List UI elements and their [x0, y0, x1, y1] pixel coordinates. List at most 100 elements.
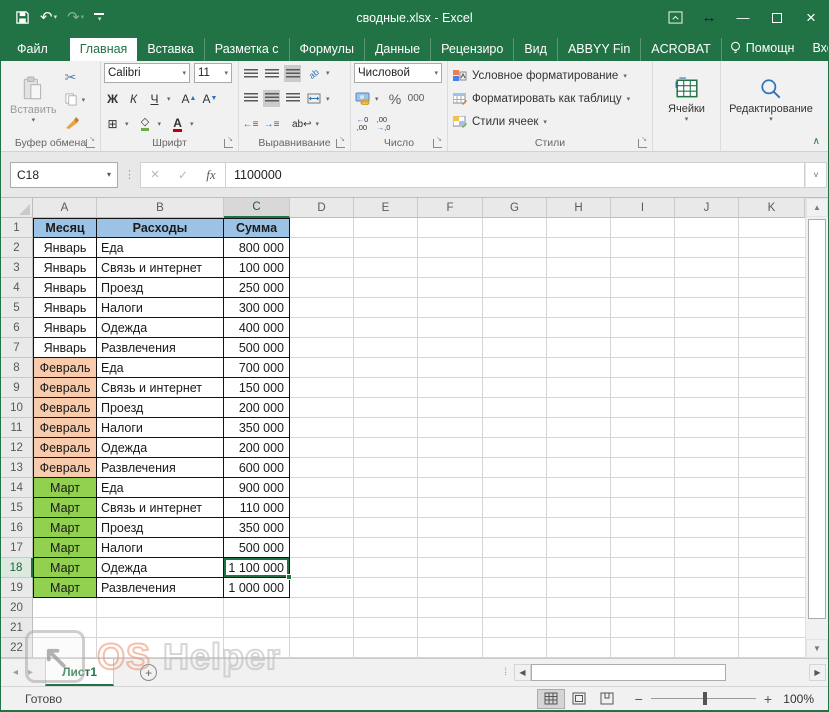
cell-H15[interactable]: [547, 498, 611, 518]
row-header-13[interactable]: 13: [1, 458, 33, 478]
cell-B4[interactable]: Проезд: [97, 278, 224, 298]
cell-D12[interactable]: [290, 438, 354, 458]
cell-D4[interactable]: [290, 278, 354, 298]
paste-button[interactable]: Вставить ▾: [4, 64, 63, 135]
cell-A2[interactable]: Январь: [33, 238, 97, 258]
cell-J12[interactable]: [675, 438, 739, 458]
cell-E5[interactable]: [354, 298, 418, 318]
cell-F13[interactable]: [418, 458, 483, 478]
align-right-button[interactable]: [284, 90, 301, 107]
cell-K15[interactable]: [739, 498, 805, 518]
cell-C13[interactable]: 600 000: [224, 458, 290, 478]
cell-H18[interactable]: [547, 558, 611, 578]
cell-I2[interactable]: [611, 238, 675, 258]
cell-A6[interactable]: Январь: [33, 318, 97, 338]
cell-C21[interactable]: [224, 618, 290, 638]
row-header-16[interactable]: 16: [1, 518, 33, 538]
cell-I6[interactable]: [611, 318, 675, 338]
percent-style-button[interactable]: %: [387, 90, 404, 107]
cell-D18[interactable]: [290, 558, 354, 578]
align-left-button[interactable]: [242, 90, 259, 107]
decrease-indent-button[interactable]: ←≡: [242, 116, 259, 133]
cell-D1[interactable]: [290, 218, 354, 238]
cell-J2[interactable]: [675, 238, 739, 258]
row-header-14[interactable]: 14: [1, 478, 33, 498]
cell-J19[interactable]: [675, 578, 739, 598]
select-all-corner[interactable]: [1, 198, 33, 218]
cell-H1[interactable]: [547, 218, 611, 238]
cell-G16[interactable]: [483, 518, 547, 538]
cell-I18[interactable]: [611, 558, 675, 578]
increase-indent-button[interactable]: →≡: [263, 116, 280, 133]
cell-K5[interactable]: [739, 298, 805, 318]
scroll-right-arrow[interactable]: ▶: [809, 664, 826, 681]
font-color-button[interactable]: А: [169, 116, 186, 133]
column-header-H[interactable]: H: [547, 198, 611, 218]
cell-H6[interactable]: [547, 318, 611, 338]
cell-C15[interactable]: 110 000: [224, 498, 290, 518]
alignment-dialog-launcher[interactable]: [336, 139, 345, 148]
cell-A18[interactable]: Март: [33, 558, 97, 578]
cell-I22[interactable]: [611, 638, 675, 658]
cell-K3[interactable]: [739, 258, 805, 278]
bottom-align-button[interactable]: [284, 65, 301, 82]
cell-F2[interactable]: [418, 238, 483, 258]
cell-E8[interactable]: [354, 358, 418, 378]
row-header-5[interactable]: 5: [1, 298, 33, 318]
zoom-slider[interactable]: [651, 698, 756, 699]
increase-decimal-button[interactable]: ←0,00: [354, 116, 371, 133]
cell-E12[interactable]: [354, 438, 418, 458]
styles-dialog-launcher[interactable]: [638, 139, 647, 148]
row-header-15[interactable]: 15: [1, 498, 33, 518]
tab-data[interactable]: Данные: [365, 38, 431, 61]
cell-B14[interactable]: Еда: [97, 478, 224, 498]
cell-F8[interactable]: [418, 358, 483, 378]
cell-B12[interactable]: Одежда: [97, 438, 224, 458]
cell-I14[interactable]: [611, 478, 675, 498]
name-box[interactable]: C18▾: [10, 162, 118, 188]
row-header-18[interactable]: 18: [1, 558, 33, 578]
tab-view[interactable]: Вид: [514, 38, 558, 61]
cell-D7[interactable]: [290, 338, 354, 358]
row-header-3[interactable]: 3: [1, 258, 33, 278]
decrease-decimal-button[interactable]: ,00→,0: [375, 116, 392, 133]
cell-G15[interactable]: [483, 498, 547, 518]
tell-me-help[interactable]: Помощн: [722, 41, 803, 55]
cell-J7[interactable]: [675, 338, 739, 358]
cell-E19[interactable]: [354, 578, 418, 598]
cell-A10[interactable]: Февраль: [33, 398, 97, 418]
cell-D19[interactable]: [290, 578, 354, 598]
cell-C16[interactable]: 350 000: [224, 518, 290, 538]
cell-F4[interactable]: [418, 278, 483, 298]
row-header-20[interactable]: 20: [1, 598, 33, 618]
cell-C10[interactable]: 200 000: [224, 398, 290, 418]
cell-K9[interactable]: [739, 378, 805, 398]
cell-B15[interactable]: Связь и интернет: [97, 498, 224, 518]
cell-K12[interactable]: [739, 438, 805, 458]
cell-J17[interactable]: [675, 538, 739, 558]
cell-K1[interactable]: [739, 218, 805, 238]
cell-G10[interactable]: [483, 398, 547, 418]
cell-C19[interactable]: 1 000 000: [224, 578, 290, 598]
cell-K13[interactable]: [739, 458, 805, 478]
undo-button[interactable]: ↶▾: [40, 10, 57, 25]
row-header-8[interactable]: 8: [1, 358, 33, 378]
font-name-combo[interactable]: Calibri▾: [104, 63, 190, 83]
cell-H3[interactable]: [547, 258, 611, 278]
cell-D10[interactable]: [290, 398, 354, 418]
column-header-A[interactable]: A: [33, 198, 97, 218]
tab-file[interactable]: Файл: [1, 38, 64, 61]
cell-I5[interactable]: [611, 298, 675, 318]
cell-D21[interactable]: [290, 618, 354, 638]
cell-F5[interactable]: [418, 298, 483, 318]
cell-C22[interactable]: [224, 638, 290, 658]
zoom-in-button[interactable]: +: [764, 691, 772, 707]
cell-J5[interactable]: [675, 298, 739, 318]
tab-insert[interactable]: Вставка: [137, 38, 204, 61]
cell-E1[interactable]: [354, 218, 418, 238]
column-header-F[interactable]: F: [418, 198, 483, 218]
cell-G11[interactable]: [483, 418, 547, 438]
fill-color-button[interactable]: ◇: [137, 116, 154, 133]
cell-A22[interactable]: [33, 638, 97, 658]
row-header-2[interactable]: 2: [1, 238, 33, 258]
